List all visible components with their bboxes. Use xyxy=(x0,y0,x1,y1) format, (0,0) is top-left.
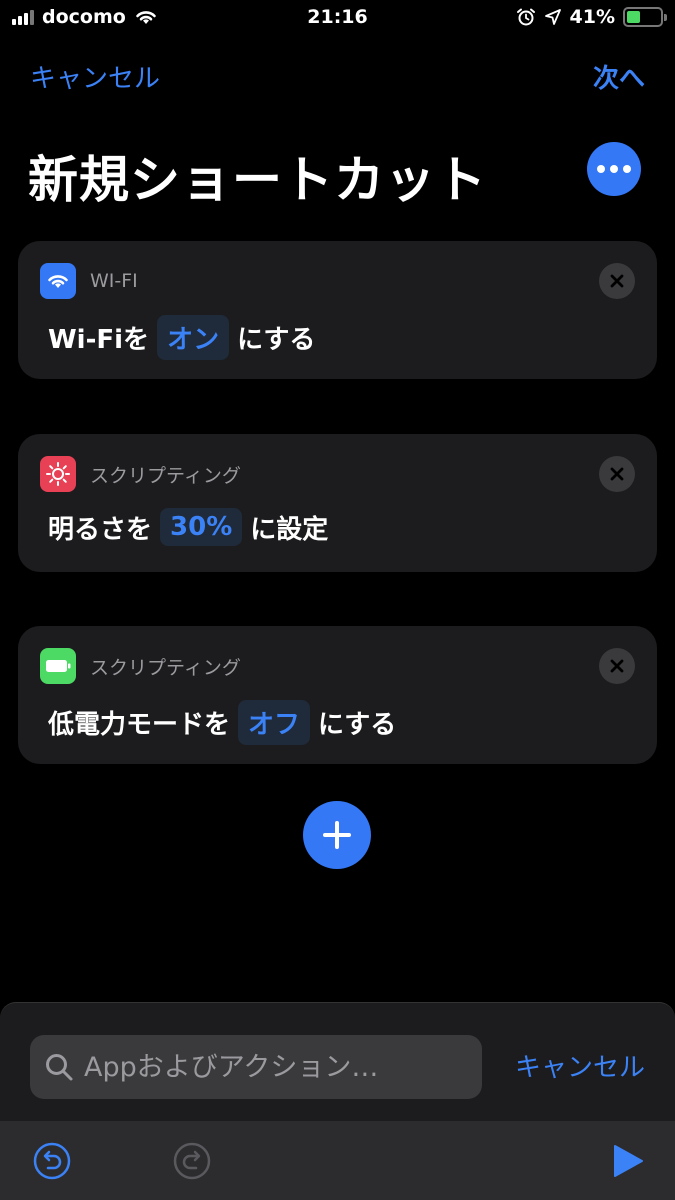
play-icon[interactable] xyxy=(611,1143,645,1179)
alarm-icon xyxy=(516,8,535,26)
page-title: 新規ショートカット xyxy=(28,151,487,209)
close-icon xyxy=(610,467,624,481)
search-icon xyxy=(46,1054,73,1081)
action-text-before: 明るさを xyxy=(48,514,153,545)
action-card-low-power[interactable]: スクリプティング 低電力モードを オフ にする xyxy=(18,626,657,764)
add-action-button[interactable] xyxy=(303,801,371,869)
action-description: Wi-Fiを オン にする xyxy=(48,315,315,360)
search-field[interactable] xyxy=(30,1035,482,1099)
remove-action-button[interactable] xyxy=(599,456,635,492)
action-text-after: にする xyxy=(237,325,316,355)
action-text-before: Wi-Fiを xyxy=(48,325,150,355)
action-app-name: スクリプティング xyxy=(90,656,241,679)
search-cancel-button[interactable]: キャンセル xyxy=(515,1047,645,1084)
wifi-icon xyxy=(40,263,76,299)
action-header: スクリプティング xyxy=(40,456,241,492)
action-header: WI-FI xyxy=(40,263,138,299)
location-icon xyxy=(544,9,561,25)
remove-action-button[interactable] xyxy=(599,648,635,684)
undo-icon[interactable] xyxy=(32,1141,72,1181)
action-card-wifi[interactable]: WI-FI Wi-Fiを オン にする xyxy=(18,241,657,379)
action-text-after: に設定 xyxy=(250,514,329,545)
more-options-button[interactable] xyxy=(587,142,641,196)
next-button[interactable]: 次へ xyxy=(593,58,645,95)
status-right: 41% xyxy=(516,6,667,28)
status-bar: docomo 21:16 41% xyxy=(0,0,675,36)
plus-icon xyxy=(323,821,351,849)
search-input[interactable] xyxy=(84,1051,464,1083)
close-icon xyxy=(610,659,624,673)
action-text-before: 低電力モードを xyxy=(48,710,231,740)
battery-percent: 41% xyxy=(569,6,615,28)
cancel-button[interactable]: キャンセル xyxy=(30,58,160,95)
brightness-icon xyxy=(40,456,76,492)
action-value-token[interactable]: オン xyxy=(157,315,230,360)
action-value-token[interactable]: 30% xyxy=(160,508,243,546)
action-value-token[interactable]: オフ xyxy=(238,700,311,745)
remove-action-button[interactable] xyxy=(599,263,635,299)
redo-icon[interactable] xyxy=(172,1141,212,1181)
battery-icon xyxy=(40,648,76,684)
action-description: 明るさを 30% に設定 xyxy=(48,508,328,546)
action-app-name: スクリプティング xyxy=(90,464,241,487)
ellipsis-icon xyxy=(597,165,605,173)
action-header: スクリプティング xyxy=(40,648,241,684)
editor-toolbar xyxy=(0,1121,675,1200)
battery-charging-icon xyxy=(623,7,667,27)
action-description: 低電力モードを オフ にする xyxy=(48,700,396,745)
action-text-after: にする xyxy=(318,710,397,740)
action-app-name: WI-FI xyxy=(90,270,138,292)
action-card-brightness[interactable]: スクリプティング 明るさを 30% に設定 xyxy=(18,434,657,572)
close-icon xyxy=(610,274,624,288)
action-search-sheet: キャンセル xyxy=(0,1002,675,1200)
